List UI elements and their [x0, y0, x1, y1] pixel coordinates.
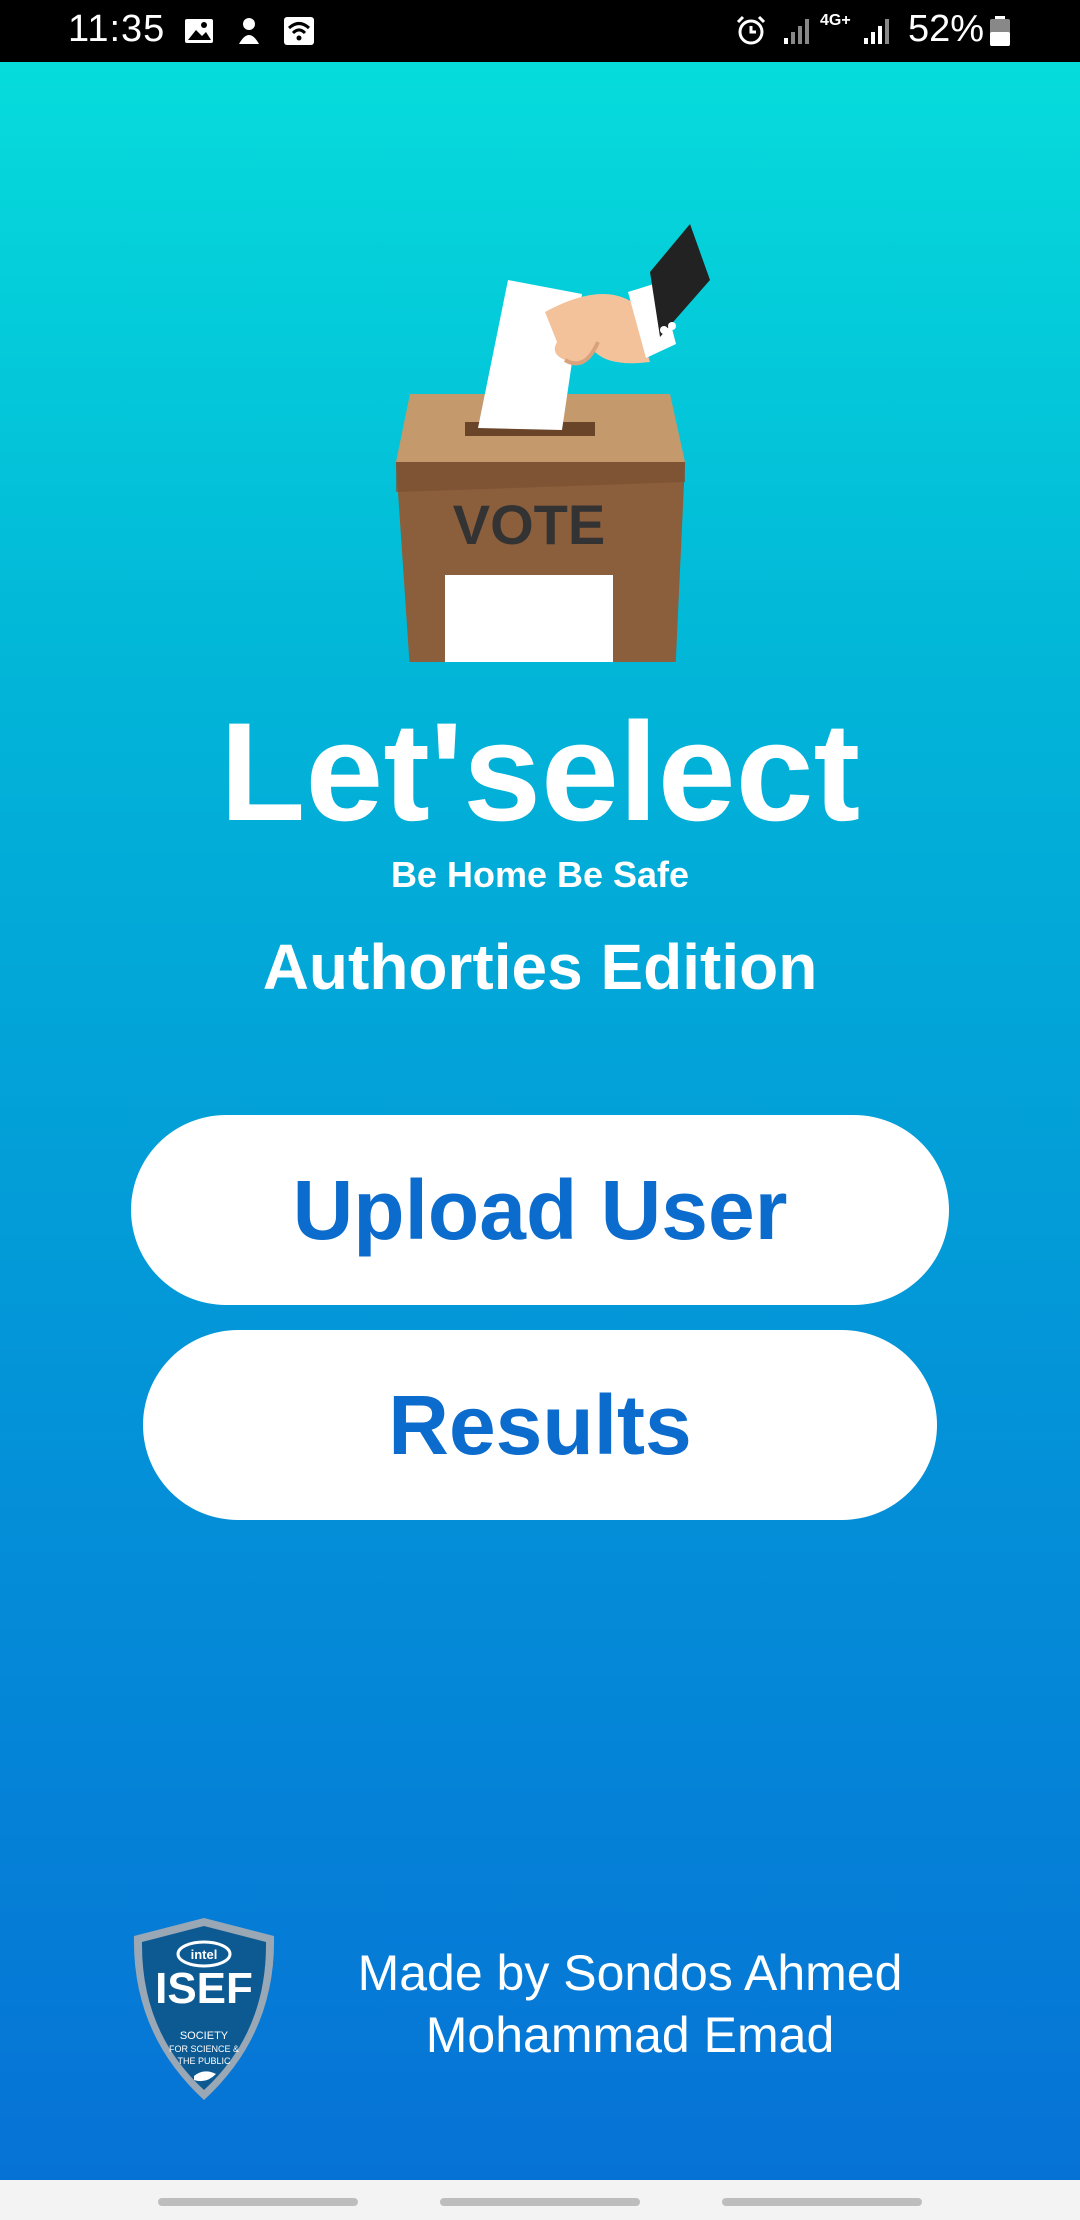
home-button[interactable]	[440, 2198, 640, 2206]
app-edition: Authorties Edition	[262, 931, 818, 1003]
battery-icon	[990, 16, 1010, 46]
signal-icon	[864, 19, 889, 44]
image-icon	[185, 19, 213, 43]
navigation-bar	[0, 2180, 1080, 2220]
svg-text:intel: intel	[191, 1947, 218, 1962]
status-time: 11:35	[68, 8, 166, 50]
results-button[interactable]: Results	[143, 1330, 937, 1520]
network-type: 4G+	[820, 12, 851, 29]
results-label: Results	[388, 1377, 692, 1472]
svg-text:THE PUBLIC: THE PUBLIC	[177, 2056, 231, 2066]
credit-line-2: Mohammad Emad	[425, 2007, 835, 2063]
isef-logo-text: ISEF	[155, 1964, 253, 2013]
battery-percentage: 52%	[908, 8, 985, 50]
ballot-box-icon	[396, 224, 710, 662]
upload-user-button[interactable]: Upload User	[131, 1115, 949, 1305]
recent-apps-button[interactable]	[158, 2198, 358, 2206]
credits: Made by Sondos Ahmed Mohammad Emad	[320, 1942, 940, 2066]
signal-icon	[784, 19, 809, 44]
credit-line-1: Made by Sondos Ahmed	[357, 1945, 903, 2001]
app-tagline: Be Home Be Safe	[390, 854, 690, 895]
back-button[interactable]	[722, 2198, 922, 2206]
svg-text:FOR SCIENCE &: FOR SCIENCE &	[169, 2044, 239, 2054]
svg-text:SOCIETY: SOCIETY	[180, 2030, 229, 2042]
wifi-icon	[284, 17, 314, 45]
upload-user-label: Upload User	[292, 1162, 788, 1257]
main-screen: VOTE Let'select Be Home Be Safe Authorti…	[0, 62, 1080, 2180]
notification-icon	[239, 18, 259, 44]
app-title: Let'select	[219, 693, 861, 850]
ballot-label: VOTE	[452, 493, 606, 556]
status-bar: 11:35 4G+ 52%	[0, 0, 1080, 62]
alarm-icon	[736, 15, 766, 45]
